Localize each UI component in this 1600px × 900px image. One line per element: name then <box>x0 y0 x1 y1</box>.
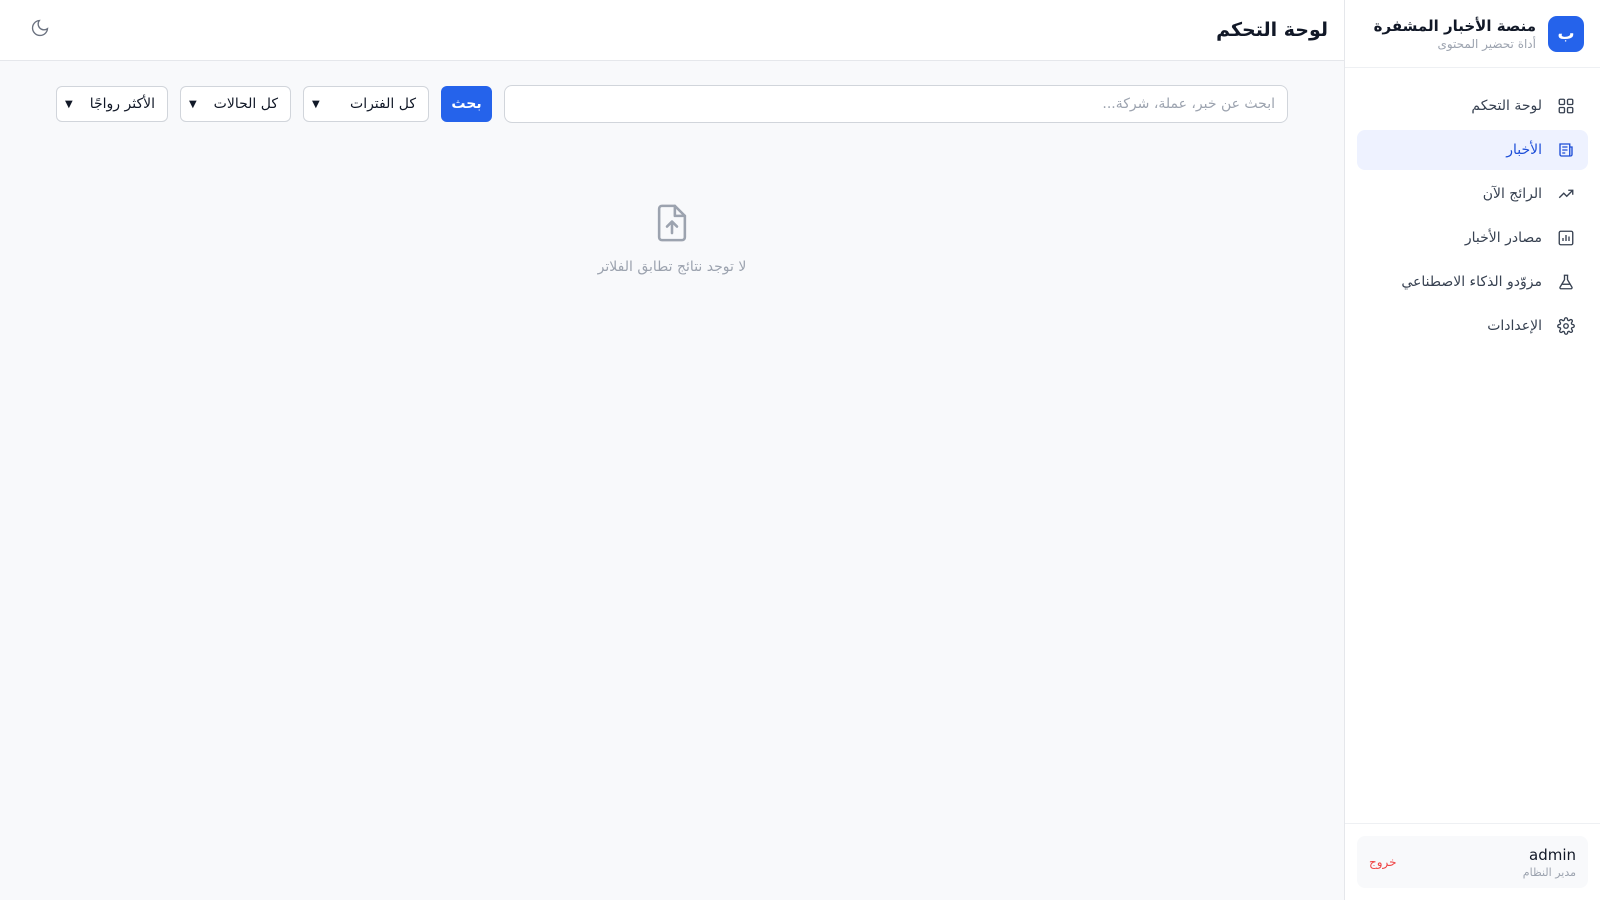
sidebar-item-label: مزوّدو الذكاء الاصطناعي <box>1401 274 1542 290</box>
logout-button[interactable]: خروج <box>1369 855 1397 869</box>
sort-select-value: الأكثر رواجًا <box>89 96 155 112</box>
bar-chart-icon <box>1556 228 1576 248</box>
sidebar-item-dashboard[interactable]: لوحة التحكم <box>1357 86 1588 126</box>
topbar: لوحة التحكم <box>0 0 1344 61</box>
sidebar-item-trending[interactable]: الرائج الآن <box>1357 174 1588 214</box>
main-area: لوحة التحكم بحث كل الفترات ▼ كل الحالات … <box>0 0 1344 900</box>
status-select-value: كل الحالات <box>213 96 278 112</box>
period-select[interactable]: كل الفترات ▼ <box>303 86 429 122</box>
sort-select[interactable]: الأكثر رواجًا ▼ <box>56 86 168 122</box>
sidebar-item-label: مصادر الأخبار <box>1464 230 1542 246</box>
brand: ب منصة الأخبار المشفرة أداة تحضير المحتو… <box>1345 0 1600 68</box>
chevron-down-icon: ▼ <box>189 98 197 110</box>
gear-icon <box>1556 316 1576 336</box>
sidebar-nav: لوحة التحكم الأخبار الرائج الآن مصادر ال… <box>1345 68 1600 364</box>
page-title: لوحة التحكم <box>1216 19 1328 41</box>
moon-icon <box>30 18 50 42</box>
sidebar-item-label: لوحة التحكم <box>1471 98 1542 114</box>
dashboard-grid-icon <box>1556 96 1576 116</box>
sidebar-item-ai-providers[interactable]: مزوّدو الذكاء الاصطناعي <box>1357 262 1588 302</box>
news-content: بحث كل الفترات ▼ كل الحالات ▼ الأكثر روا… <box>0 61 1344 275</box>
chevron-down-icon: ▼ <box>312 98 320 110</box>
file-upload-icon <box>654 203 690 247</box>
user-role: مدير النظام <box>1522 865 1576 879</box>
sidebar: ب منصة الأخبار المشفرة أداة تحضير المحتو… <box>1344 0 1600 900</box>
sidebar-item-label: الأخبار <box>1506 142 1542 158</box>
search-button[interactable]: بحث <box>441 86 492 122</box>
flask-icon <box>1556 272 1576 292</box>
empty-state-message: لا توجد نتائج تطابق الفلاتر <box>597 259 747 275</box>
filter-bar: بحث كل الفترات ▼ كل الحالات ▼ الأكثر روا… <box>56 85 1288 123</box>
brand-title: منصة الأخبار المشفرة <box>1373 16 1536 35</box>
trending-up-icon <box>1556 184 1576 204</box>
user-name: admin <box>1529 845 1576 864</box>
sidebar-item-label: الإعدادات <box>1487 318 1542 334</box>
sidebar-item-news[interactable]: الأخبار <box>1357 130 1588 170</box>
sidebar-item-label: الرائج الآن <box>1482 186 1542 202</box>
brand-subtitle: أداة تحضير المحتوى <box>1437 36 1536 51</box>
status-select[interactable]: كل الحالات ▼ <box>180 86 291 122</box>
sidebar-item-news-sources[interactable]: مصادر الأخبار <box>1357 218 1588 258</box>
newspaper-icon <box>1556 140 1576 160</box>
chevron-down-icon: ▼ <box>65 98 73 110</box>
brand-logo: ب <box>1548 15 1584 52</box>
theme-toggle-button[interactable] <box>24 14 56 46</box>
sidebar-item-settings[interactable]: الإعدادات <box>1357 306 1588 346</box>
empty-state: لا توجد نتائج تطابق الفلاتر <box>56 203 1288 275</box>
search-input[interactable] <box>504 85 1288 123</box>
period-select-value: كل الفترات <box>350 96 416 112</box>
user-card: admin مدير النظام خروج <box>1357 836 1588 888</box>
